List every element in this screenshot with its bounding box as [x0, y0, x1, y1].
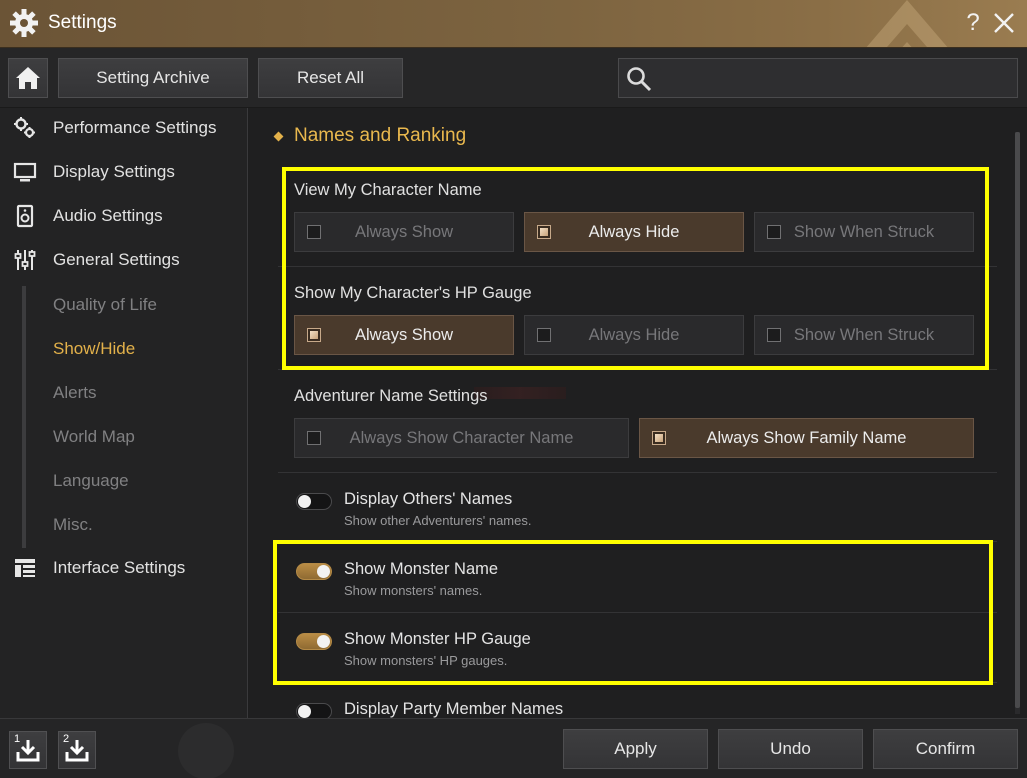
sidebar-subitem-language[interactable]: Language — [53, 471, 129, 491]
gears-icon — [14, 117, 35, 138]
hp-gauge-show-when-struck[interactable]: Show When Struck — [754, 315, 974, 355]
option-label: Show When Struck — [793, 222, 935, 241]
option-label: Always Hide — [588, 325, 680, 344]
sidebar-subitem-world-map[interactable]: World Map — [53, 427, 135, 447]
option-label: Always Show — [354, 325, 454, 344]
preset-slot-1-button[interactable]: 1 — [9, 731, 47, 769]
sidebar-item-general[interactable]: General Settings — [0, 240, 248, 280]
toggle-knob — [317, 635, 330, 648]
home-button[interactable] — [8, 58, 48, 98]
adventurer-name-label: Adventurer Name Settings — [294, 387, 488, 405]
sidebar-item-label: Performance Settings — [53, 118, 217, 137]
sidebar-subitem-quality-of-life[interactable]: Quality of Life — [53, 295, 157, 315]
sidebar-subitem-alerts[interactable]: Alerts — [53, 383, 96, 403]
hp-gauge-label: Show My Character's HP Gauge — [294, 284, 532, 302]
search-input[interactable] — [659, 64, 1009, 92]
sidebar: Performance Settings Display Settings Au… — [0, 108, 248, 718]
decorative-bar — [474, 387, 566, 399]
settings-content: Names and Ranking View My Character Name… — [249, 108, 1027, 718]
sidebar-item-audio[interactable]: Audio Settings — [0, 196, 248, 236]
slot-number: 1 — [14, 733, 21, 745]
monitor-icon — [13, 162, 37, 182]
confirm-button[interactable]: Confirm — [873, 729, 1018, 769]
display-party-member-names-toggle[interactable] — [296, 703, 332, 718]
divider — [278, 612, 997, 613]
search-icon — [627, 67, 652, 92]
show-monster-name-toggle[interactable] — [296, 563, 332, 580]
setting-archive-button[interactable]: Setting Archive — [58, 58, 248, 98]
divider — [278, 266, 997, 267]
option-label: Always Show Character Name — [349, 428, 574, 447]
title-bar: Settings ? — [0, 0, 1027, 48]
view-name-always-show[interactable]: Always Show — [294, 212, 514, 252]
background-emblem — [178, 723, 234, 778]
toggle-description: Show monsters' names. — [344, 583, 483, 598]
toggle-label: Show Monster HP Gauge — [344, 630, 531, 648]
toggle-label: Display Others' Names — [344, 490, 513, 508]
view-name-always-hide[interactable]: Always Hide — [524, 212, 744, 252]
preset-slot-2-button[interactable]: 2 — [58, 731, 96, 769]
sliders-icon — [14, 250, 36, 270]
slot-number: 2 — [63, 733, 70, 745]
adventurer-always-show-family-name[interactable]: Always Show Family Name — [639, 418, 974, 458]
view-name-label: View My Character Name — [294, 181, 482, 199]
help-button[interactable]: ? — [962, 9, 984, 37]
sidebar-subitem-misc[interactable]: Misc. — [53, 515, 93, 535]
divider — [278, 369, 997, 370]
search-box[interactable] — [618, 58, 1018, 98]
divider — [278, 472, 997, 473]
home-icon — [16, 67, 40, 89]
toggle-label: Display Party Member Names — [344, 700, 564, 718]
hp-gauge-always-hide[interactable]: Always Hide — [524, 315, 744, 355]
display-others-names-toggle[interactable] — [296, 493, 332, 510]
section-title: Names and Ranking — [294, 125, 467, 146]
toggle-knob — [298, 705, 311, 718]
sidebar-item-interface[interactable]: Interface Settings — [0, 548, 248, 588]
sidebar-item-performance[interactable]: Performance Settings — [0, 108, 248, 148]
close-icon[interactable] — [991, 9, 1017, 37]
diamond-icon — [273, 131, 284, 141]
toggle-label: Show Monster Name — [344, 560, 499, 578]
sidebar-subitem-show-hide[interactable]: Show/Hide — [53, 339, 135, 359]
submenu-line — [22, 286, 26, 548]
adventurer-always-show-character-name[interactable]: Always Show Character Name — [294, 418, 629, 458]
window-title: Settings — [48, 12, 117, 33]
sidebar-item-label: Audio Settings — [53, 206, 163, 225]
sidebar-item-label: Interface Settings — [53, 558, 186, 577]
toggle-description: Show other Adventurers' names. — [344, 513, 532, 528]
view-name-show-when-struck[interactable]: Show When Struck — [754, 212, 974, 252]
divider — [278, 541, 997, 542]
apply-button[interactable]: Apply — [563, 729, 708, 769]
divider — [278, 682, 997, 683]
sidebar-item-display[interactable]: Display Settings — [0, 152, 248, 192]
reset-all-button[interactable]: Reset All — [258, 58, 403, 98]
hp-gauge-always-show[interactable]: Always Show — [294, 315, 514, 355]
gear-icon — [10, 9, 38, 37]
option-label: Always Show — [354, 222, 454, 241]
sidebar-item-label: General Settings — [53, 250, 180, 269]
speaker-icon — [16, 204, 34, 228]
bottom-bar: 1 2 Apply Undo Confirm — [0, 718, 1027, 778]
show-monster-hp-gauge-toggle[interactable] — [296, 633, 332, 650]
layout-icon — [15, 559, 35, 577]
option-label: Always Show Family Name — [706, 428, 907, 447]
option-label: Show When Struck — [793, 325, 935, 344]
toggle-knob — [317, 565, 330, 578]
section-header: Names and Ranking — [273, 125, 467, 147]
toggle-knob — [298, 495, 311, 508]
undo-button[interactable]: Undo — [718, 729, 863, 769]
scrollbar-thumb[interactable] — [1015, 132, 1020, 708]
toggle-description: Show monsters' HP gauges. — [344, 653, 508, 668]
sidebar-item-label: Display Settings — [53, 162, 175, 181]
toolbar: Setting Archive Reset All — [0, 48, 1027, 108]
option-label: Always Hide — [588, 222, 680, 241]
